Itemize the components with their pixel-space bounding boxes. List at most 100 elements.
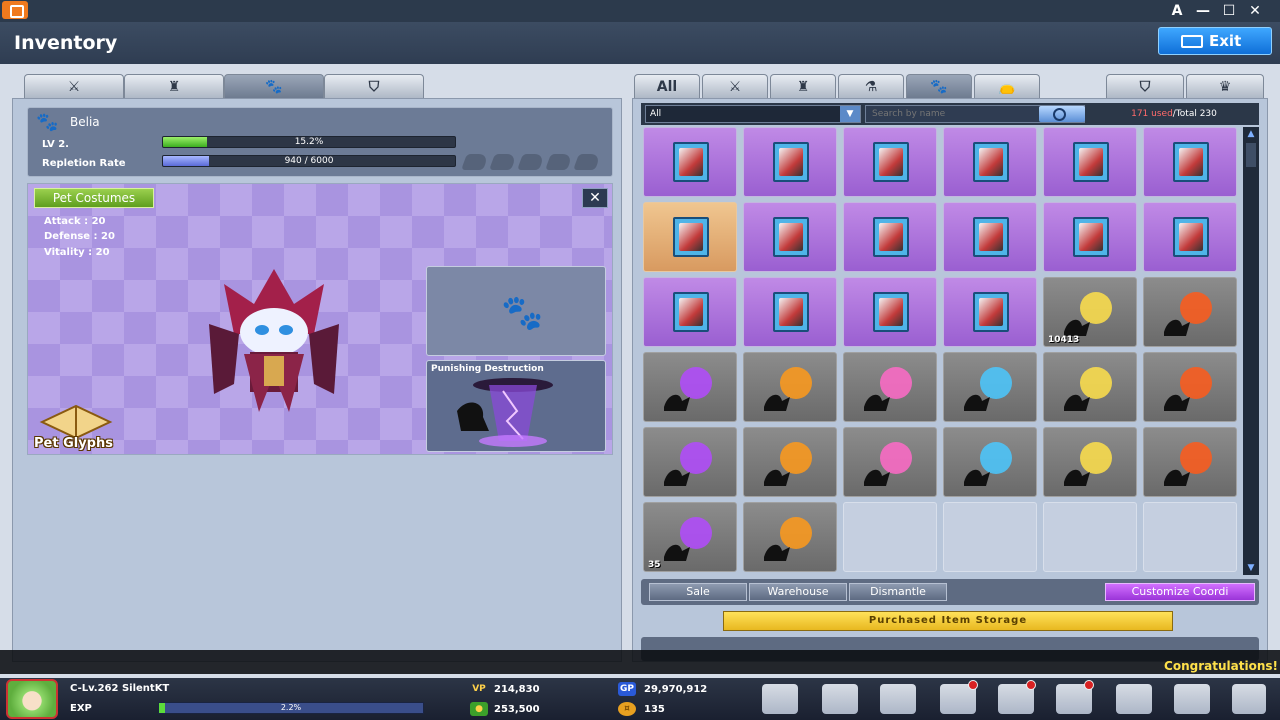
skill-menu-icon[interactable] (822, 684, 858, 714)
inventory-slot[interactable] (643, 352, 737, 422)
inventory-slot[interactable] (1043, 352, 1137, 422)
tab-armor[interactable]: ♜ (770, 74, 836, 98)
search-button[interactable] (1039, 106, 1085, 122)
purchased-item-storage-button[interactable]: Purchased Item Storage (723, 611, 1173, 631)
defense-stat: Defense : 20 (44, 231, 115, 242)
effect-item-icon (764, 517, 812, 561)
inventory-slot[interactable] (743, 127, 837, 197)
exit-button[interactable]: Exit (1158, 27, 1272, 55)
inventory-slot[interactable] (743, 202, 837, 272)
empty-slot[interactable] (943, 502, 1037, 572)
scroll-down-icon[interactable]: ▼ (1243, 561, 1259, 575)
inventory-slot[interactable] (1043, 127, 1137, 197)
close-window-button[interactable]: ✕ (1244, 1, 1266, 21)
close-costume-button[interactable]: ✕ (582, 188, 608, 208)
inventory-slot[interactable] (643, 427, 737, 497)
inventory-slot[interactable] (943, 127, 1037, 197)
settings-menu-icon[interactable] (1116, 684, 1152, 714)
tab-weapon[interactable]: ⚔ (702, 74, 768, 98)
mission-menu-icon[interactable] (880, 684, 916, 714)
inventory-slot[interactable] (743, 502, 837, 572)
tab-weapon[interactable]: ⚔ (24, 74, 124, 98)
exp-bar: 2.2% (158, 702, 424, 714)
inventory-slot[interactable] (1043, 202, 1137, 272)
sale-button[interactable]: Sale (649, 583, 747, 601)
paw-placeholder-icon: 🐾 (501, 293, 544, 333)
inventory-slot[interactable] (843, 427, 937, 497)
pet-glyphs-button[interactable]: Pet Glyphs (30, 400, 120, 452)
inventory-slot[interactable] (843, 277, 937, 347)
inventory-slot[interactable] (743, 427, 837, 497)
tab-helmet[interactable]: ♛ (1186, 74, 1264, 98)
community-menu-icon[interactable] (1174, 684, 1210, 714)
gp-amount: 29,970,912 (644, 684, 708, 695)
pet-costumes-button[interactable]: Pet Costumes (34, 188, 154, 208)
inventory-slot[interactable] (743, 277, 837, 347)
effect-item-icon (664, 367, 712, 411)
pet-panel: 🐾 Belia LV 2. 15.2% Repletion Rate 940 /… (12, 98, 622, 662)
inventory-slot[interactable] (943, 202, 1037, 272)
gift-menu-icon[interactable] (940, 680, 978, 714)
inventory-slot[interactable] (1043, 427, 1137, 497)
minimize-button[interactable]: — (1192, 1, 1214, 21)
inventory-slot[interactable]: 35 (643, 502, 737, 572)
shop-menu-icon[interactable] (998, 680, 1036, 714)
empty-slot[interactable] (1043, 502, 1137, 572)
inventory-slot[interactable] (943, 277, 1037, 347)
empty-slot[interactable] (1143, 502, 1237, 572)
effect-item-icon (764, 442, 812, 486)
font-size-button[interactable]: A (1166, 1, 1188, 21)
inventory-slot[interactable] (1143, 277, 1237, 347)
inventory-slot[interactable] (643, 127, 737, 197)
book-menu-icon[interactable] (1056, 680, 1094, 714)
pet-card-icon (873, 292, 909, 332)
avatar[interactable] (6, 679, 58, 719)
crossed-swords-icon: ⚔ (728, 79, 742, 95)
inventory-slot[interactable] (643, 202, 737, 272)
armor-icon: ♜ (796, 79, 810, 95)
inventory-slot[interactable] (943, 427, 1037, 497)
tab-all[interactable]: All (634, 74, 700, 98)
tab-shield[interactable]: ⛉ (1106, 74, 1184, 98)
scroll-up-icon[interactable]: ▲ (1243, 127, 1259, 141)
capacity-used: 171 used (1131, 109, 1173, 119)
tab-shield[interactable]: ⛉ (324, 74, 424, 98)
pet-character-image[interactable] (204, 264, 344, 412)
tab-pet[interactable]: 🐾 (224, 74, 324, 98)
pet-card-icon (973, 292, 1009, 332)
maximize-button[interactable]: ☐ (1218, 1, 1240, 21)
tab-consumable[interactable]: ⚗ (838, 74, 904, 98)
inventory-slot[interactable] (1143, 427, 1237, 497)
exp-percent: 2.2% (280, 703, 302, 712)
inventory-slot[interactable] (643, 277, 737, 347)
inventory-slot[interactable] (843, 352, 937, 422)
scroll-thumb[interactable] (1246, 143, 1256, 167)
effect-item-icon (1164, 367, 1212, 411)
hamburger-menu-icon[interactable] (1232, 684, 1266, 714)
scrollbar[interactable]: ▲ ▼ (1243, 127, 1259, 575)
warehouse-button[interactable]: Warehouse (749, 583, 847, 601)
dismantle-button[interactable]: Dismantle (849, 583, 947, 601)
skill-name: Punishing Destruction (431, 364, 544, 374)
inventory-slot[interactable] (843, 127, 937, 197)
inventory-slot[interactable] (1143, 352, 1237, 422)
skill-effect-icon (457, 378, 553, 447)
tab-pet[interactable]: 🐾 (906, 74, 972, 98)
inventory-slot[interactable] (743, 352, 837, 422)
empty-slot[interactable] (843, 502, 937, 572)
inventory-slot[interactable]: 10413 (1043, 277, 1137, 347)
inventory-slot[interactable] (943, 352, 1037, 422)
tab-bag[interactable]: 👝 (974, 74, 1040, 98)
costume-slot-empty[interactable]: 🐾 (426, 266, 606, 356)
inventory-slot[interactable] (1143, 127, 1237, 197)
repletion-bar: 940 / 6000 (162, 155, 456, 167)
tab-armor[interactable]: ♜ (124, 74, 224, 98)
costume-skill-slot[interactable]: Punishing Destruction (426, 360, 606, 452)
category-dropdown[interactable]: All ▼ (645, 105, 861, 123)
customize-coordi-button[interactable]: Customize Coordi (1105, 583, 1255, 601)
inventory-slot[interactable] (1143, 202, 1237, 272)
inventory-slot[interactable] (843, 202, 937, 272)
alert-dot (1026, 680, 1036, 690)
vp-icon: VP (472, 684, 486, 694)
character-menu-icon[interactable] (762, 684, 798, 714)
